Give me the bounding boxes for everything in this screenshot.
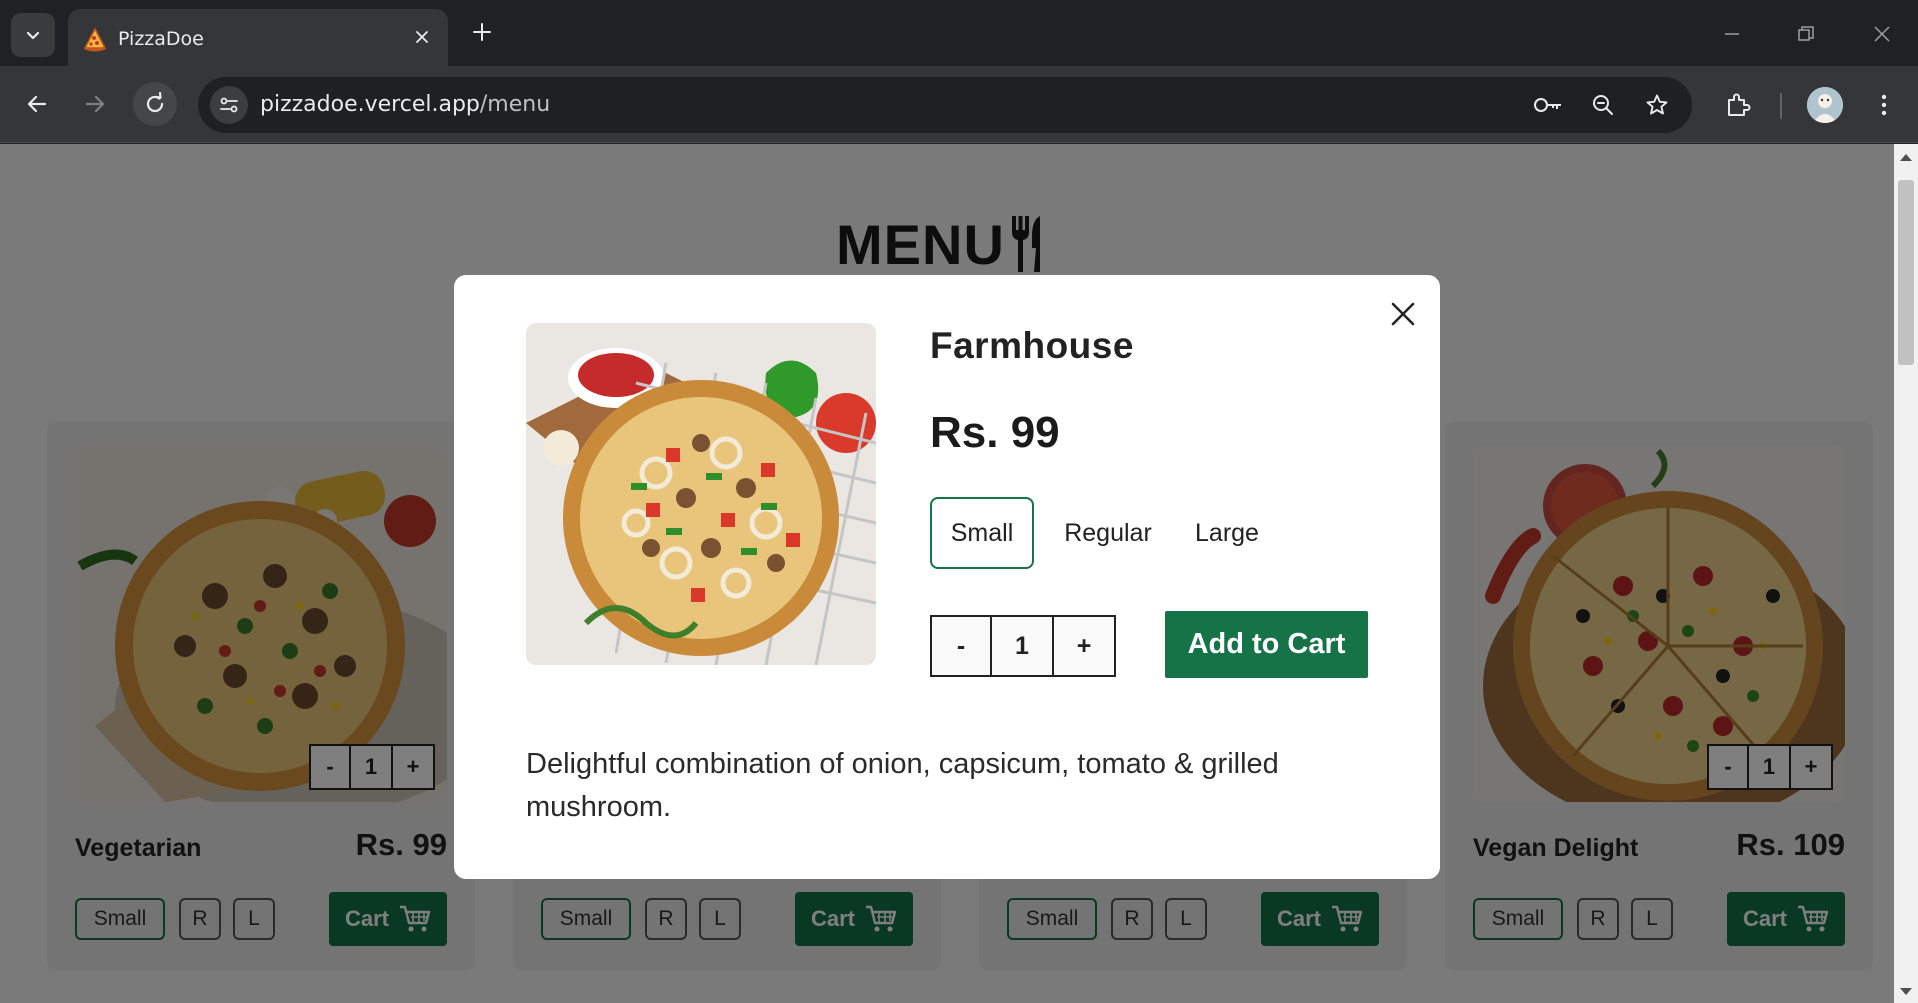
profile-avatar[interactable] — [1807, 87, 1843, 123]
pizza-favicon — [83, 27, 107, 52]
password-button[interactable] — [1532, 89, 1564, 121]
reload-icon — [146, 92, 164, 113]
url-path: /menu — [479, 92, 551, 117]
page-scrollbar[interactable] — [1894, 144, 1918, 1003]
increment-button[interactable]: + — [1054, 615, 1116, 677]
site-settings-button[interactable] — [210, 86, 248, 124]
close-icon[interactable] — [1386, 297, 1420, 331]
product-image — [526, 323, 876, 665]
zoom-icon — [1593, 95, 1613, 115]
kebab-menu-icon — [1881, 94, 1887, 116]
extensions-icon — [1728, 93, 1751, 116]
size-option-regular[interactable]: Regular — [1048, 497, 1168, 569]
plus-icon — [473, 23, 491, 41]
browser-tab-bar: PizzaDoe — [0, 0, 1918, 66]
reload-button[interactable] — [133, 82, 177, 126]
quantity-value: 1 — [992, 615, 1054, 677]
forward-button[interactable] — [73, 82, 117, 126]
tab-title: PizzaDoe — [118, 28, 204, 50]
url-text: pizzadoe.vercel.app/menu — [260, 92, 550, 117]
quantity-stepper: - 1 + — [930, 615, 1116, 677]
site-settings-icon — [220, 97, 238, 113]
toolbar-divider — [1780, 93, 1782, 119]
add-to-cart-button[interactable]: Add to Cart — [1165, 611, 1368, 678]
close-icon — [416, 31, 428, 43]
scroll-up-arrow[interactable] — [1900, 154, 1912, 161]
tab-list-button[interactable] — [11, 13, 55, 57]
extensions-button[interactable] — [1720, 87, 1756, 123]
browser-tab[interactable]: PizzaDoe — [68, 9, 448, 66]
tab-list-icon — [26, 31, 40, 40]
restore-icon — [1798, 26, 1814, 41]
product-modal: Farmhouse Rs. 99 Small Regular Large - 1… — [454, 275, 1440, 879]
url-domain: pizzadoe.vercel.app — [260, 92, 480, 117]
forward-arrow-icon — [85, 95, 105, 113]
product-price: Rs. 99 — [930, 408, 1060, 457]
page-viewport: MENU - 1 + — [0, 144, 1894, 1003]
scroll-down-arrow[interactable] — [1900, 988, 1912, 995]
browser-menu-button[interactable] — [1866, 87, 1902, 123]
back-button[interactable] — [15, 82, 59, 126]
decrement-button[interactable]: - — [930, 615, 992, 677]
tab-close-button[interactable] — [408, 23, 436, 51]
window-close-button[interactable] — [1862, 14, 1902, 54]
size-option-large[interactable]: Large — [1180, 497, 1274, 569]
new-tab-button[interactable] — [466, 16, 498, 48]
avatar-image — [1807, 87, 1843, 123]
product-title: Farmhouse — [930, 325, 1134, 366]
product-description: Delightful combination of onion, capsicu… — [526, 748, 1279, 823]
window-close-icon — [1874, 26, 1890, 42]
address-bar[interactable]: pizzadoe.vercel.app/menu — [198, 77, 1692, 133]
browser-toolbar: pizzadoe.vercel.app/menu — [0, 66, 1918, 143]
size-option-small[interactable]: Small — [930, 497, 1034, 569]
back-arrow-icon — [27, 95, 47, 113]
scroll-thumb[interactable] — [1898, 180, 1914, 365]
restore-button[interactable] — [1786, 14, 1826, 54]
minimize-icon — [1725, 33, 1739, 35]
minimize-button[interactable] — [1712, 14, 1752, 54]
zoom-button[interactable] — [1587, 89, 1619, 121]
farmhouse-pizza-image — [526, 323, 876, 665]
star-icon — [1646, 94, 1668, 115]
key-icon — [1534, 98, 1561, 112]
bookmark-button[interactable] — [1641, 89, 1673, 121]
